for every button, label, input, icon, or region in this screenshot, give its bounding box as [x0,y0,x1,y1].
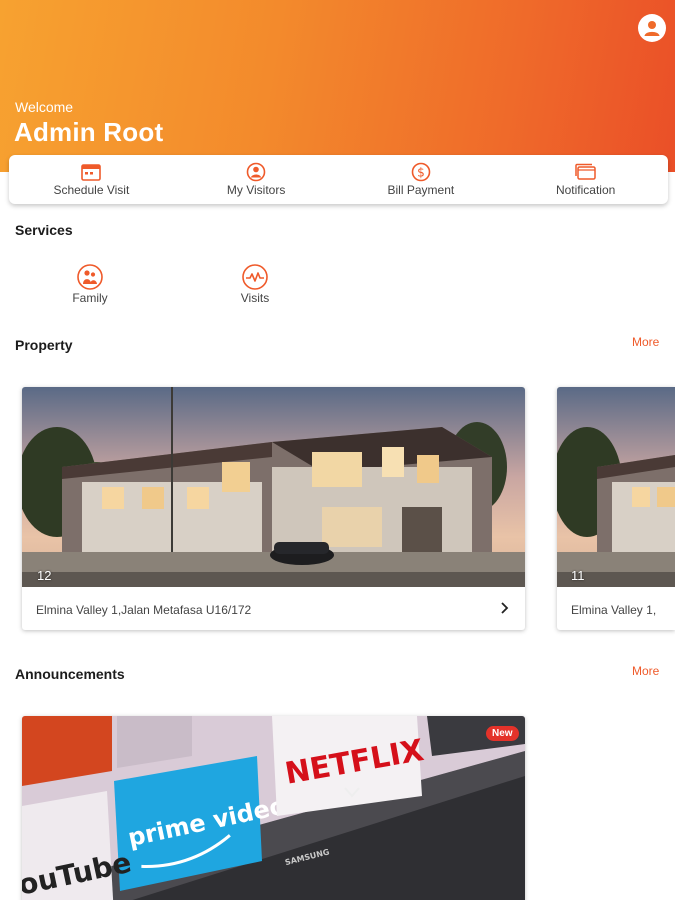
visits-label: Visits [240,291,270,305]
property-address: Elmina Valley 1, [571,603,657,617]
my-visitors-button[interactable]: My Visitors [174,155,339,204]
calendar-icon [81,164,102,181]
visits-icon [242,264,268,290]
property-card[interactable]: 11 Elmina Valley 1, [557,387,675,630]
property-title: Property [15,337,73,353]
bill-payment-label: Bill Payment [387,183,455,197]
photo-count: 12 [37,568,52,583]
chevron-right-icon [501,602,509,614]
property-photo [557,387,675,587]
notification-icon [574,163,596,180]
schedule-visit-label: Schedule Visit [53,183,130,197]
announcement-image: prime video NETFLIX ouTube SAMSUNG [22,716,525,900]
svg-text:$: $ [417,166,425,180]
family-icon [77,264,103,290]
profile-button[interactable] [638,14,666,42]
service-family[interactable]: Family [50,264,130,305]
announcements-more-link[interactable]: More [632,664,659,678]
user-name: Admin Root [14,117,164,147]
visitor-icon [246,162,266,182]
announcement-card[interactable]: prime video NETFLIX ouTube SAMSUNG [22,716,525,900]
schedule-visit-button[interactable]: Schedule Visit [9,155,174,204]
notification-button[interactable]: Notification [503,155,668,204]
property-photo [22,387,525,587]
app-screen: Welcome Admin Root Schedule Visit My Vis… [0,0,675,900]
family-label: Family [72,291,108,305]
quick-actions-bar: Schedule Visit My Visitors $ Bill Paymen… [9,155,668,204]
welcome-text: Welcome [15,99,74,115]
services-title: Services [15,222,73,238]
service-visits[interactable]: Visits [215,264,295,305]
my-visitors-label: My Visitors [226,183,286,197]
photo-count: 11 [571,568,585,583]
bill-payment-button[interactable]: $ Bill Payment [339,155,504,204]
header-banner: Welcome Admin Root [0,0,675,172]
new-badge: New [486,726,519,741]
notification-label: Notification [555,183,616,197]
announcements-title: Announcements [15,666,125,682]
property-card[interactable]: 12 Elmina Valley 1,Jalan Metafasa U16/17… [22,387,525,630]
user-avatar-icon [644,21,660,36]
dollar-icon: $ [411,162,431,182]
property-more-link[interactable]: More [632,335,659,349]
property-address: Elmina Valley 1,Jalan Metafasa U16/172 [36,603,252,617]
